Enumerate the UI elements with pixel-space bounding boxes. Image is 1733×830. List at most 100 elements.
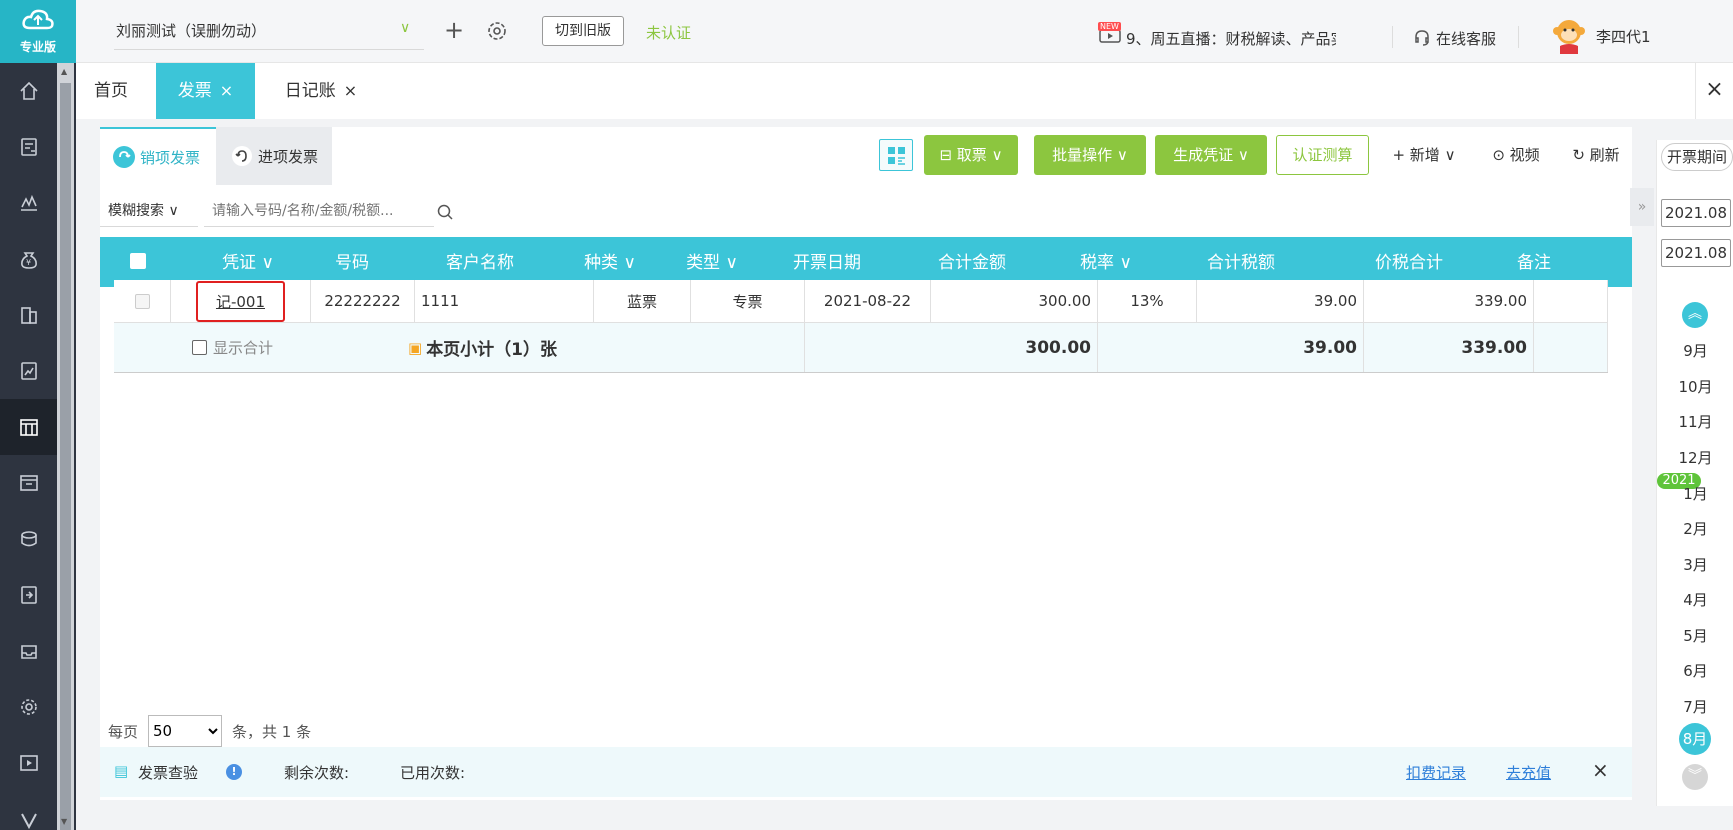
tab-label: 销项发票 bbox=[140, 148, 201, 167]
month-item[interactable]: 1月 bbox=[1657, 483, 1733, 504]
close-icon[interactable]: × bbox=[220, 81, 233, 100]
row-checkbox[interactable] bbox=[134, 293, 150, 309]
period-to-field[interactable]: 2021.08 bbox=[1661, 239, 1731, 267]
sidebar-scrollbar[interactable]: ▲ ▼ bbox=[57, 63, 74, 830]
recharge-link[interactable]: 去充值 bbox=[1506, 762, 1551, 783]
month-item[interactable]: 9月 bbox=[1657, 340, 1733, 361]
monkey-avatar[interactable] bbox=[1546, 16, 1592, 56]
sidebar-item-assets[interactable] bbox=[0, 287, 57, 343]
month-item[interactable]: 10月 bbox=[1657, 376, 1733, 397]
month-item[interactable]: 11月 bbox=[1657, 411, 1733, 432]
type-cell: 专票 bbox=[691, 280, 805, 322]
invoice-check-bar: ▤ 发票查验 ! 剩余次数: 已用次数: 扣费记录 去充值 × bbox=[100, 747, 1632, 797]
header-label: 凭证 bbox=[222, 253, 257, 273]
tab-label: 日记账 bbox=[284, 81, 336, 101]
add-button[interactable]: + 新增 ∨ bbox=[1386, 135, 1462, 175]
chart-line-icon bbox=[20, 194, 37, 211]
voucher-icon bbox=[20, 138, 37, 156]
month-item[interactable]: 6月 bbox=[1657, 660, 1733, 681]
sidebar-item-inventory[interactable] bbox=[0, 511, 57, 567]
chevron-down-icon[interactable]: ∨ bbox=[400, 20, 410, 36]
invoice-panel: 销项发票 进项发票 ⊟ 取票 ∨ 批量操作 ∨ 生成凭证 ∨ 认证测算 + 新增… bbox=[100, 127, 1632, 800]
chevron-up-icon[interactable]: ︽ bbox=[1682, 302, 1708, 328]
show-total-checkbox[interactable] bbox=[192, 340, 207, 355]
sidebar-item-archive[interactable] bbox=[0, 623, 57, 679]
sidebar-item-invoice[interactable] bbox=[0, 399, 57, 455]
charge-records-link[interactable]: 扣费记录 bbox=[1406, 762, 1466, 783]
search-input[interactable] bbox=[204, 195, 434, 227]
search-mode-select[interactable]: 模糊搜索 ∨ bbox=[100, 195, 198, 227]
sidebar-item-video[interactable] bbox=[0, 735, 57, 791]
tab-invoice[interactable]: 发票 × bbox=[156, 63, 255, 119]
live-announcement[interactable]: 9、周五直播：财税解读、产品实操 bbox=[1126, 28, 1336, 49]
refresh-button[interactable]: ↻ 刷新 bbox=[1568, 135, 1624, 175]
sidebar-item-voucher[interactable] bbox=[0, 119, 57, 175]
tab-purchase-invoice[interactable]: 进项发票 bbox=[216, 127, 332, 185]
month-item[interactable]: 2月 bbox=[1657, 518, 1733, 539]
month-item[interactable]: 3月 bbox=[1657, 554, 1733, 575]
qr-code-icon bbox=[888, 147, 905, 165]
voucher-link[interactable]: 记-001 bbox=[195, 280, 286, 322]
fetch-invoice-button[interactable]: ⊟ 取票 ∨ bbox=[924, 135, 1018, 175]
sidebar-item-export[interactable] bbox=[0, 567, 57, 623]
scroll-down-icon[interactable]: ▼ bbox=[61, 817, 67, 826]
month-item[interactable]: 7月 bbox=[1657, 696, 1733, 717]
pager-summary: 条，共 1 条 bbox=[232, 722, 312, 741]
scroll-thumb[interactable] bbox=[60, 83, 71, 830]
select-all-checkbox[interactable] bbox=[130, 253, 146, 269]
invoice-check-label[interactable]: 发票查验 bbox=[138, 762, 198, 783]
scroll-up-icon[interactable]: ▲ bbox=[61, 67, 67, 76]
tab-sales-invoice[interactable]: 销项发票 bbox=[100, 127, 216, 185]
remaining-count-label: 剩余次数: bbox=[284, 764, 350, 782]
button-label: 批量操作 bbox=[1052, 146, 1113, 164]
vip-icon bbox=[20, 813, 37, 830]
verification-status[interactable]: 未认证 bbox=[646, 22, 691, 43]
month-item[interactable]: 4月 bbox=[1657, 589, 1733, 610]
month-item[interactable]: 12月 bbox=[1657, 447, 1733, 468]
add-company-icon[interactable]: + bbox=[444, 16, 464, 44]
close-all-tabs-icon[interactable]: × bbox=[1695, 63, 1733, 119]
company-selector[interactable]: 刘丽测试（误删勿动） bbox=[114, 20, 424, 50]
username[interactable]: 李四代1 bbox=[1596, 26, 1651, 47]
logo[interactable]: 专业版 bbox=[0, 0, 76, 63]
certification-calc-button[interactable]: 认证测算 bbox=[1276, 135, 1369, 175]
switch-old-version-button[interactable]: 切到旧版 bbox=[542, 16, 624, 46]
sidebar-item-settings[interactable] bbox=[0, 679, 57, 735]
month-item-active[interactable]: 8月 bbox=[1679, 723, 1711, 755]
tab-home[interactable]: 首页 bbox=[76, 63, 146, 119]
close-icon[interactable]: × bbox=[1592, 758, 1609, 782]
analysis-icon bbox=[20, 362, 37, 380]
search-icon[interactable] bbox=[436, 203, 454, 221]
show-total-option[interactable]: 显示合计 bbox=[186, 323, 366, 372]
chevron-down-icon[interactable]: ︾ bbox=[1682, 764, 1708, 790]
info-icon[interactable]: ! bbox=[226, 764, 242, 780]
online-service-link[interactable]: 在线客服 bbox=[1436, 28, 1496, 49]
left-sidebar: 专业版 ▲ ▼ ¥ bbox=[0, 0, 76, 830]
month-item[interactable]: 5月 bbox=[1657, 625, 1733, 646]
headset-icon bbox=[1415, 30, 1429, 46]
button-label: 刷新 bbox=[1589, 146, 1620, 164]
empty-cell bbox=[114, 323, 171, 372]
per-page-select[interactable]: 50 bbox=[148, 715, 223, 747]
generate-voucher-button[interactable]: 生成凭证 ∨ bbox=[1155, 135, 1267, 175]
collapse-panel-icon[interactable]: » bbox=[1630, 188, 1654, 226]
batch-operation-button[interactable]: 批量操作 ∨ bbox=[1034, 135, 1146, 175]
sidebar-item-home[interactable] bbox=[0, 63, 57, 119]
close-icon[interactable]: × bbox=[344, 81, 357, 100]
header-label: 种类 bbox=[584, 253, 619, 273]
settings-gear-icon[interactable] bbox=[486, 20, 508, 42]
invoice-check-icon: ▤ bbox=[114, 762, 129, 780]
sidebar-item-payroll[interactable] bbox=[0, 455, 57, 511]
period-from-field[interactable]: 2021.08 bbox=[1661, 199, 1731, 227]
qr-scan-button[interactable] bbox=[879, 139, 913, 171]
export-icon bbox=[20, 586, 37, 604]
sidebar-item-money[interactable]: ¥ bbox=[0, 231, 57, 287]
sidebar-item-report[interactable] bbox=[0, 175, 57, 231]
sales-invoice-icon bbox=[113, 146, 135, 168]
video-button[interactable]: ⊙ 视频 bbox=[1488, 135, 1544, 175]
rate-cell: 13% bbox=[1098, 280, 1197, 322]
sidebar-item-analysis[interactable] bbox=[0, 343, 57, 399]
table-row[interactable]: 记-001 22222222 1111 蓝票 专票 2021-08-22 300… bbox=[114, 280, 1608, 323]
sidebar-item-vip[interactable] bbox=[0, 791, 57, 830]
tab-journal[interactable]: 日记账 × bbox=[271, 63, 371, 119]
